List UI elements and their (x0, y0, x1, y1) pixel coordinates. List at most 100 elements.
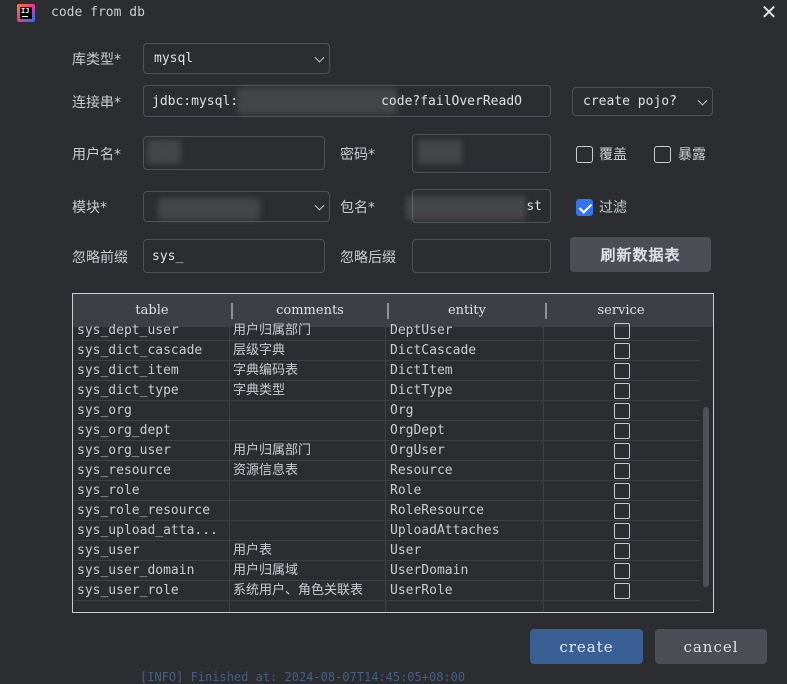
cell-entity: User (390, 543, 422, 558)
cell-entity: DictType (390, 383, 453, 398)
service-checkbox[interactable] (614, 583, 630, 599)
redacted-package (406, 196, 526, 220)
tables-grid: table comments entity service sys_dept_u… (72, 293, 714, 613)
cell-comments: 字典编码表 (233, 363, 299, 378)
filter-label: 过滤 (599, 200, 627, 216)
ignore-prefix-label: 忽略前缀 (72, 250, 128, 266)
table-row[interactable]: sys_org_dept OrgDept (73, 421, 700, 441)
generate-type-value: create pojo? (583, 94, 677, 109)
scrollbar-thumb[interactable] (703, 407, 709, 587)
cell-table: sys_user_domain (77, 563, 195, 578)
table-row[interactable]: sys_org Org (73, 401, 700, 421)
redacted-connection-host (237, 88, 397, 114)
cell-comments (233, 501, 383, 521)
cell-table: sys_user (77, 543, 140, 558)
service-checkbox[interactable] (614, 343, 630, 359)
cell-table: sys_dept_user (77, 323, 179, 338)
expose-checkbox[interactable] (654, 146, 671, 163)
cell-entity: Resource (390, 463, 453, 478)
connection-value-suffix: code?failOverReadO (381, 93, 522, 109)
cancel-button[interactable]: cancel (655, 629, 767, 664)
username-label: 用户名* (72, 147, 121, 163)
service-checkbox[interactable] (614, 483, 630, 499)
table-row[interactable]: sys_dict_cascade 层级字典 DictCascade (73, 341, 700, 361)
filter-checkbox[interactable] (576, 199, 593, 216)
cell-comments: 资源信息表 (233, 463, 299, 478)
title-bar: IJ code from db ✕ (0, 0, 787, 28)
service-checkbox[interactable] (614, 363, 630, 379)
ignore-suffix-label: 忽略后缀 (340, 250, 396, 266)
cell-comments (233, 421, 383, 441)
cell-comments: 用户归属部门 (233, 443, 312, 458)
cell-entity: UploadAttaches (390, 523, 500, 538)
cell-entity: DeptUser (390, 323, 453, 338)
redacted-password (418, 140, 462, 164)
service-checkbox[interactable] (614, 463, 630, 479)
chevron-down-icon (697, 95, 708, 106)
cell-table: sys_upload_atta... (77, 523, 218, 538)
table-row[interactable]: sys_dict_type 字典类型 DictType (73, 381, 700, 401)
cell-entity: DictItem (390, 363, 453, 378)
module-label: 模块* (72, 200, 107, 216)
cell-comments: 系统用户、角色关联表 (233, 583, 364, 598)
cell-entity: Role (390, 483, 422, 498)
chevron-down-icon (314, 200, 325, 211)
cell-table: sys_org_user (77, 443, 171, 458)
table-row[interactable]: sys_dept_user 用户归属部门 DeptUser (73, 321, 700, 341)
cell-table: sys_dict_item (77, 363, 179, 378)
package-label: 包名* (340, 200, 375, 216)
redacted-module (158, 198, 260, 220)
table-row[interactable]: sys_user_role 系统用户、角色关联表 UserRole (73, 581, 700, 601)
table-row[interactable]: sys_role Role (73, 481, 700, 501)
table-row[interactable]: sys_role_resource RoleResource (73, 501, 700, 521)
redacted-username (147, 140, 181, 164)
close-icon[interactable]: ✕ (760, 2, 778, 22)
table-row[interactable]: sys_user_domain 用户归属域 UserDomain (73, 561, 700, 581)
connection-label: 连接串* (72, 95, 121, 111)
generate-type-select[interactable]: create pojo? (572, 87, 713, 116)
cell-table: sys_role (77, 483, 140, 498)
table-row[interactable]: sys_resource 资源信息表 Resource (73, 461, 700, 481)
cell-table: sys_dict_cascade (77, 343, 203, 358)
ignore-prefix-value: sys_ (152, 248, 184, 264)
cell-entity: OrgDept (390, 423, 445, 438)
cell-comments: 层级字典 (233, 343, 286, 358)
service-checkbox[interactable] (614, 523, 630, 539)
table-row[interactable]: sys_org_user 用户归属部门 OrgUser (73, 441, 700, 461)
table-row[interactable]: sys_dict_item 字典编码表 DictItem (73, 361, 700, 381)
service-checkbox[interactable] (614, 443, 630, 459)
service-checkbox[interactable] (614, 503, 630, 519)
expose-label: 暴露 (678, 147, 706, 163)
service-checkbox[interactable] (614, 563, 630, 579)
ignore-prefix-input[interactable]: sys_ (143, 239, 325, 273)
service-checkbox[interactable] (614, 323, 630, 339)
service-checkbox[interactable] (614, 403, 630, 419)
refresh-tables-button[interactable]: 刷新数据表 (570, 237, 711, 272)
cell-table: sys_resource (77, 463, 171, 478)
cell-entity: Org (390, 403, 414, 418)
cell-comments (233, 401, 383, 421)
cell-entity: OrgUser (390, 443, 445, 458)
password-label: 密码* (340, 147, 375, 163)
cell-table: sys_org_dept (77, 423, 171, 438)
db-type-select[interactable]: mysql (143, 43, 330, 74)
db-type-value: mysql (154, 51, 194, 66)
cell-comments: 用户归属部门 (233, 323, 312, 338)
dialog-title: code from db (51, 5, 145, 20)
code-from-db-dialog: [INFO] Finished at: 2024-08-07T14:45:05+… (0, 0, 787, 684)
service-checkbox[interactable] (614, 543, 630, 559)
table-row[interactable]: sys_upload_atta... UploadAttaches (73, 521, 700, 541)
service-checkbox[interactable] (614, 383, 630, 399)
create-button[interactable]: create (530, 629, 643, 664)
cell-table: sys_org (77, 403, 132, 418)
cell-table: sys_role_resource (77, 503, 211, 518)
cell-entity: RoleResource (390, 503, 484, 518)
ignore-suffix-input[interactable] (412, 239, 551, 273)
chevron-down-icon (314, 52, 325, 63)
overwrite-checkbox[interactable] (576, 146, 593, 163)
connection-value-prefix: jdbc:mysql: (152, 93, 239, 109)
cell-comments: 用户归属域 (233, 563, 299, 578)
package-value-suffix: st (526, 198, 542, 214)
service-checkbox[interactable] (614, 423, 630, 439)
table-row[interactable]: sys_user 用户表 User (73, 541, 700, 561)
